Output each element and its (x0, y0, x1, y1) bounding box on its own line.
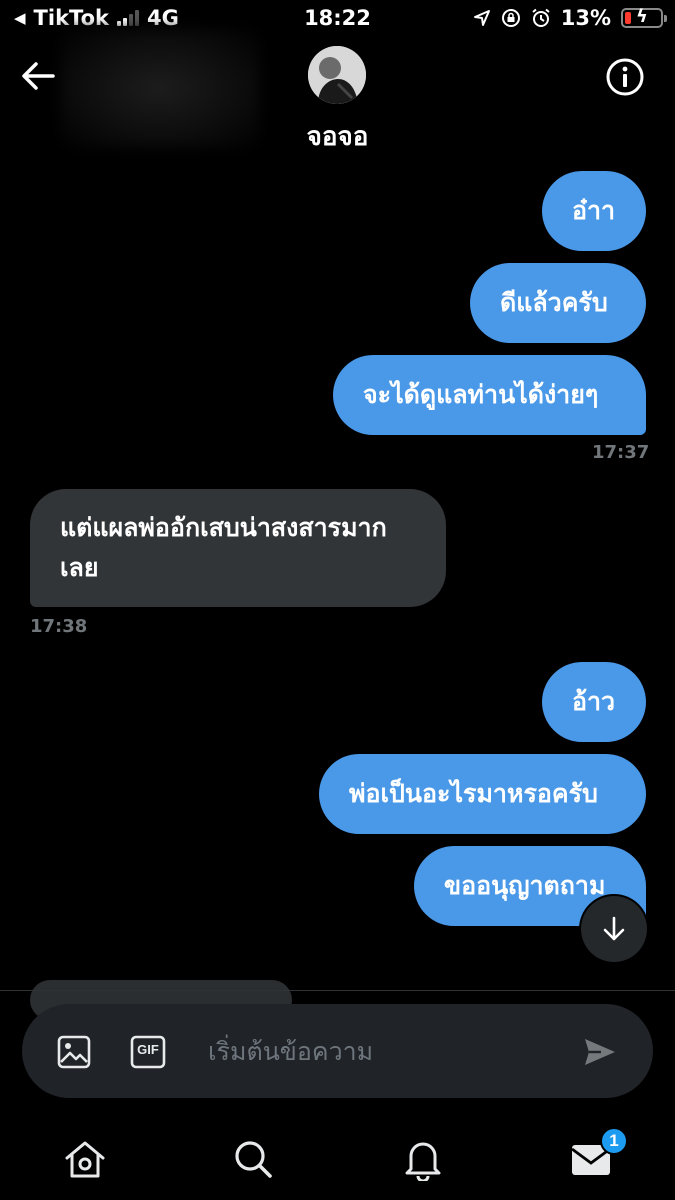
gif-label: GIF (137, 1042, 159, 1057)
message-bubble-outgoing[interactable]: พ่อเป็นอะไรมาหรอครับ (319, 754, 646, 834)
conversation-info-button[interactable] (604, 56, 646, 98)
contact-avatar[interactable] (308, 46, 366, 104)
search-icon (235, 1141, 272, 1178)
contact-name[interactable]: จอจอ (0, 116, 675, 157)
rotation-lock-icon (501, 9, 520, 27)
send-icon (585, 1039, 615, 1065)
image-icon (57, 1035, 91, 1069)
home-icon (65, 1141, 105, 1178)
arrow-down-icon (603, 916, 625, 941)
messages-badge: 1 (600, 1127, 628, 1155)
add-gif-button[interactable]: GIF (128, 1032, 168, 1072)
message-timestamp: 17:37 (592, 442, 650, 463)
battery-icon: ϟ (621, 6, 667, 28)
battery-percent: 13% (560, 6, 611, 30)
add-photo-button[interactable] (54, 1032, 94, 1072)
bell-icon (405, 1142, 441, 1181)
nav-search[interactable] (228, 1134, 278, 1184)
message-bubble-outgoing[interactable]: จะได้ดูแลท่านได้ง่ายๆ (333, 355, 646, 435)
message-bubble-outgoing[interactable]: อ้าว (542, 662, 646, 742)
composer-divider (0, 990, 675, 991)
location-icon (473, 10, 490, 26)
nav-notifications[interactable] (398, 1134, 448, 1184)
alarm-icon (532, 8, 550, 27)
message-input[interactable] (208, 1026, 568, 1076)
message-timestamp: 17:38 (30, 616, 88, 637)
message-bubble-incoming[interactable]: แต่แผลพ่ออักเสบน่าสงสารมาก เลย (30, 489, 446, 607)
message-bubble-outgoing[interactable]: ดีแล้วครับ (470, 263, 646, 343)
nav-home[interactable] (60, 1134, 110, 1184)
send-button[interactable] (580, 1032, 620, 1072)
message-bubble-outgoing[interactable]: อ๋าา (542, 171, 646, 251)
avatar-photo (308, 46, 366, 104)
arrow-left-icon (22, 62, 55, 90)
back-button[interactable] (18, 56, 58, 96)
bottom-nav (0, 1120, 675, 1200)
info-icon (606, 58, 644, 96)
status-right: 13% ϟ (473, 6, 667, 30)
message-composer: GIF (22, 1004, 653, 1098)
scroll-to-bottom-button[interactable] (581, 896, 647, 962)
